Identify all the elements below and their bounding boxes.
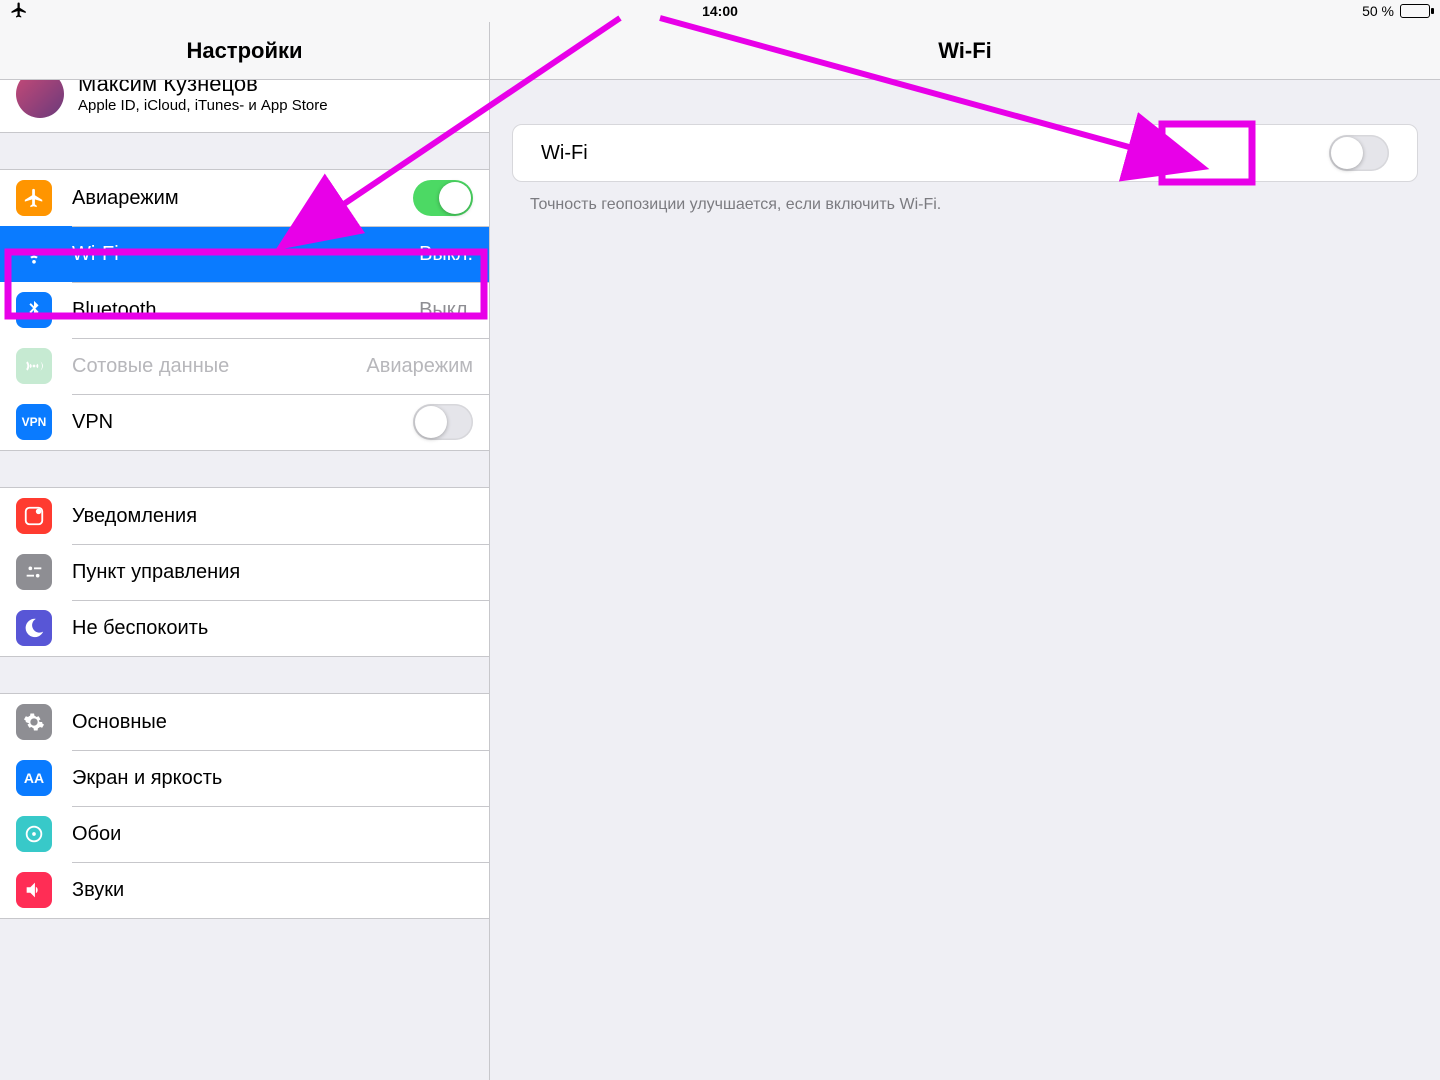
battery-icon [1400,4,1430,18]
airplane-mode-icon [10,1,28,22]
sidebar-item-controlcenter[interactable]: Пункт управления [0,544,489,600]
wifi-row-label: Wi-Fi [541,142,1329,165]
account-name: Максим Кузнецов [78,80,328,96]
wifi-hint: Точность геопозиции улучшается, если вкл… [530,196,1418,214]
sidebar-item-detail: Выкл. [419,243,473,266]
sidebar-item-vpn[interactable]: VPN VPN [0,394,489,450]
detail-title: Wi-Fi [490,22,1440,80]
airplane-icon [16,180,52,216]
sidebar-item-wifi[interactable]: Wi-Fi Выкл. [0,226,489,282]
wifi-toggle[interactable] [1329,135,1389,171]
sidebar-item-label: VPN [72,411,413,434]
account-row[interactable]: Максим Кузнецов Apple ID, iCloud, iTunes… [0,80,489,133]
battery-percentage: 50 % [1362,3,1394,19]
bluetooth-icon [16,292,52,328]
sidebar-item-bluetooth[interactable]: Bluetooth Выкл. [0,282,489,338]
gear-icon [16,704,52,740]
status-left [10,1,28,22]
sidebar-item-label: Уведомления [72,505,473,528]
sidebar-item-wallpaper[interactable]: Обои [0,806,489,862]
sidebar-group-notifications: Уведомления Пункт управления Не беспокои… [0,487,489,657]
avatar [16,80,64,118]
sidebar-item-general[interactable]: Основные [0,694,489,750]
vpn-toggle[interactable] [413,404,473,440]
sidebar-item-sounds[interactable]: Звуки [0,862,489,918]
cellular-icon [16,348,52,384]
sidebar-item-label: Обои [72,823,473,846]
sidebar-item-label: Экран и яркость [72,767,473,790]
status-right: 50 % [1362,3,1430,19]
wifi-group: Wi-Fi [512,124,1418,182]
sidebar-item-label: Сотовые данные [72,355,366,378]
sidebar-item-dnd[interactable]: Не беспокоить [0,600,489,656]
sidebar-item-cellular[interactable]: Сотовые данные Авиарежим [0,338,489,394]
sidebar-item-label: Авиарежим [72,187,413,210]
airplane-toggle[interactable] [413,180,473,216]
status-time: 14:00 [702,3,738,19]
sidebar-item-detail: Выкл. [419,299,473,322]
sidebar-item-label: Wi-Fi [72,243,419,266]
sidebar-item-label: Звуки [72,879,473,902]
sidebar-item-display[interactable]: AA Экран и яркость [0,750,489,806]
sidebar-item-label: Пункт управления [72,561,473,584]
sidebar-item-detail: Авиарежим [366,355,473,378]
account-subtitle: Apple ID, iCloud, iTunes- и App Store [78,96,328,116]
wallpaper-icon [16,816,52,852]
notifications-icon [16,498,52,534]
wifi-icon [16,236,52,272]
display-icon: AA [16,760,52,796]
controlcenter-icon [16,554,52,590]
sidebar-item-label: Основные [72,711,473,734]
sidebar-item-label: Не беспокоить [72,617,473,640]
sidebar-item-airplane[interactable]: Авиарежим [0,170,489,226]
sidebar-group-general: Основные AA Экран и яркость Обои Зву [0,693,489,919]
status-bar: 14:00 50 % [0,0,1440,22]
vpn-icon: VPN [16,404,52,440]
sidebar-item-notifications[interactable]: Уведомления [0,488,489,544]
sidebar-group-connectivity: Авиарежим Wi-Fi Выкл. Bluetooth Выкл. [0,169,489,451]
wifi-master-row[interactable]: Wi-Fi [513,125,1417,181]
sounds-icon [16,872,52,908]
sidebar-title: Настройки [0,22,489,80]
moon-icon [16,610,52,646]
sidebar-item-label: Bluetooth [72,299,419,322]
